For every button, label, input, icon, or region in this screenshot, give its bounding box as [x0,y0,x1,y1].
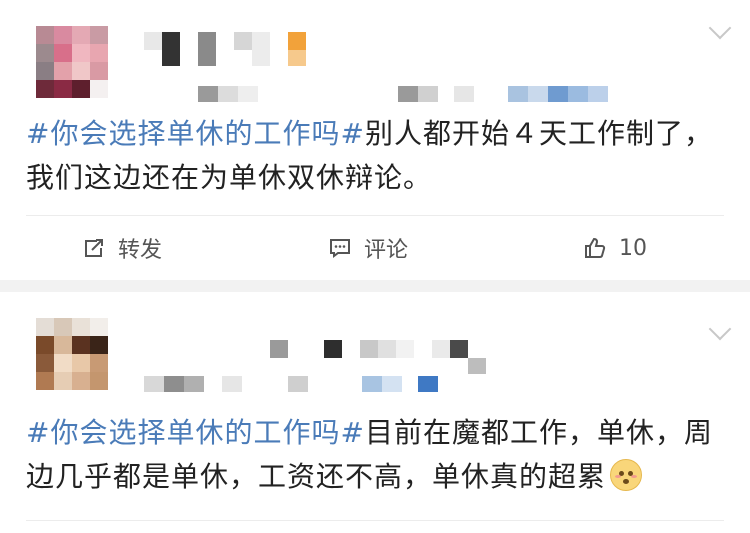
repost-label: 转发 [118,238,163,263]
divider [26,520,724,521]
action-bar: 转发 评论 10 [0,222,750,274]
flushed-face-icon [610,459,643,491]
repost-icon [85,239,103,257]
chevron-down-icon[interactable] [708,317,732,341]
chevron-down-icon[interactable] [708,16,732,40]
like-count: 10 [619,235,647,261]
post-text: #你会选择单休的工作吗#别人都开始４天工作制了，我们这边还在为单休双休辩论。 [26,112,726,200]
post-card[interactable]: #你会选择单休的工作吗#别人都开始４天工作制了，我们这边还在为单休双休辩论。 转… [0,0,750,280]
comment-label: 评论 [364,238,409,263]
repost-button[interactable]: 转发 [82,222,162,274]
like-button[interactable]: 10 [583,222,647,274]
post-text: #你会选择单休的工作吗#目前在魔都工作，单休，周边几乎都是单休，工资还不高，单休… [26,411,726,499]
avatar[interactable] [36,318,108,390]
hashtag-link[interactable]: #你会选择单休的工作吗# [26,117,365,150]
avatar[interactable] [36,26,108,98]
divider [26,215,724,216]
thumbs-up-icon [585,237,606,258]
hashtag-link[interactable]: #你会选择单休的工作吗# [26,416,365,449]
post-card[interactable]: #你会选择单休的工作吗#目前在魔都工作，单休，周边几乎都是单休，工资还不高，单休… [0,292,750,533]
comment-button[interactable]: 评论 [328,222,408,274]
comment-icon [330,239,350,258]
